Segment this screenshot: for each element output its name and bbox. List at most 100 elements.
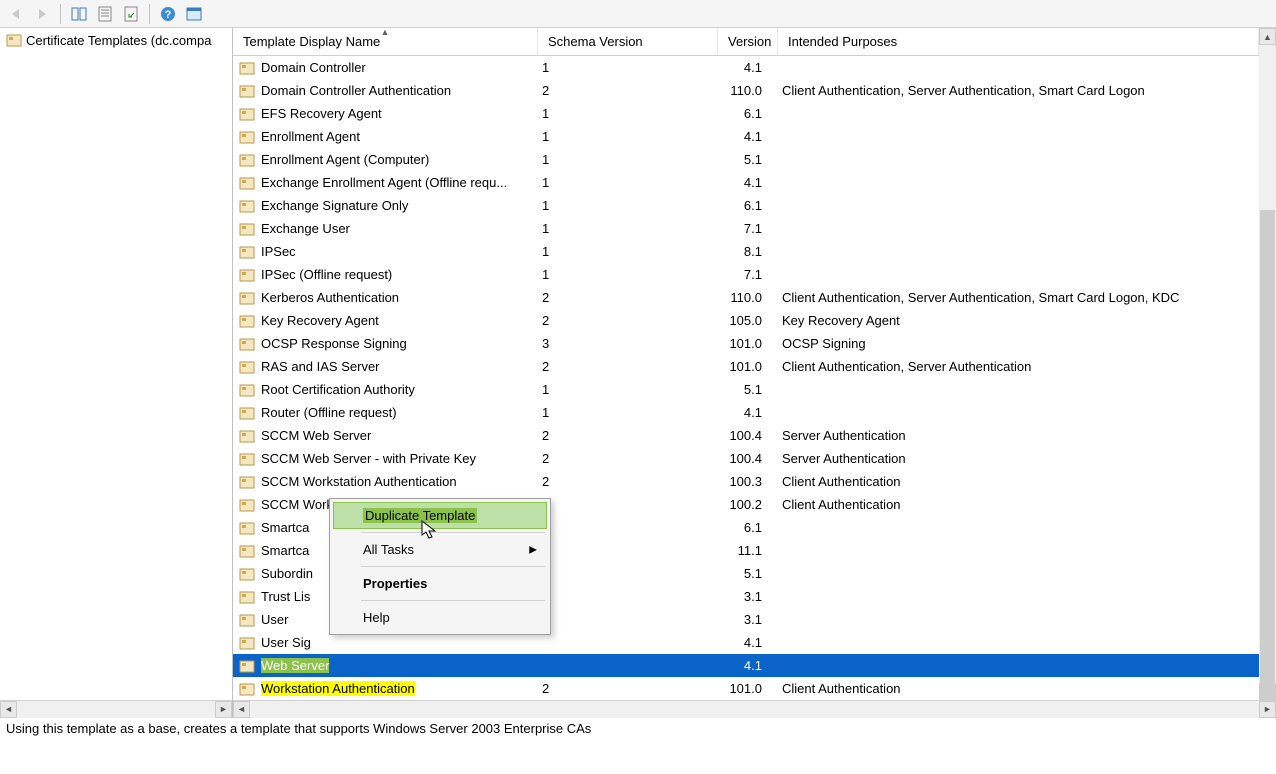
version: 6.1 bbox=[718, 198, 778, 213]
version: 5.1 bbox=[718, 382, 778, 397]
table-row[interactable]: EFS Recovery Agent16.1 bbox=[233, 102, 1259, 125]
show-hide-tree-button[interactable] bbox=[67, 2, 91, 26]
scroll-up-button[interactable]: ▲ bbox=[1259, 28, 1276, 45]
table-row[interactable]: Root Certification Authority15.1 bbox=[233, 378, 1259, 401]
column-header-purposes[interactable]: Intended Purposes bbox=[778, 28, 1259, 55]
template-name: IPSec (Offline request) bbox=[261, 267, 392, 282]
context-menu-help[interactable]: Help bbox=[333, 604, 547, 631]
version: 3.1 bbox=[718, 589, 778, 604]
context-menu: Duplicate Template All Tasks▶ Properties… bbox=[329, 498, 551, 635]
forward-button[interactable] bbox=[30, 2, 54, 26]
version: 5.1 bbox=[718, 152, 778, 167]
certificate-icon bbox=[239, 267, 255, 283]
help-button[interactable]: ? bbox=[156, 2, 180, 26]
certificate-icon bbox=[239, 106, 255, 122]
template-name: Workstation Authentication bbox=[261, 681, 415, 696]
right-horizontal-scrollbar[interactable]: ◄ ► bbox=[233, 700, 1276, 717]
template-name: EFS Recovery Agent bbox=[261, 106, 382, 121]
left-horizontal-scrollbar[interactable]: ◄ ► bbox=[0, 700, 232, 717]
template-name: SCCM Web Server - with Private Key bbox=[261, 451, 476, 466]
certificate-icon bbox=[239, 658, 255, 674]
certificate-icon bbox=[239, 681, 255, 697]
certificate-icon bbox=[239, 221, 255, 237]
intended-purposes: Client Authentication, Server Authentica… bbox=[778, 359, 1259, 374]
table-row[interactable]: Exchange User17.1 bbox=[233, 217, 1259, 240]
scroll-left-button[interactable]: ◄ bbox=[233, 701, 250, 718]
table-row[interactable]: Web Server4.1 bbox=[233, 654, 1259, 677]
version: 101.0 bbox=[718, 681, 778, 696]
certificate-templates-icon bbox=[6, 32, 22, 48]
table-row[interactable]: SCCM Web Server - with Private Key2100.4… bbox=[233, 447, 1259, 470]
window-button[interactable] bbox=[182, 2, 206, 26]
certificate-icon bbox=[239, 198, 255, 214]
scroll-track[interactable] bbox=[17, 701, 215, 718]
certificate-icon bbox=[239, 83, 255, 99]
back-button[interactable] bbox=[4, 2, 28, 26]
scroll-track[interactable] bbox=[250, 701, 1259, 718]
version: 4.1 bbox=[718, 405, 778, 420]
template-name: User bbox=[261, 612, 288, 627]
context-menu-duplicate[interactable]: Duplicate Template bbox=[333, 502, 547, 529]
template-name: SCCM Web Server bbox=[261, 428, 371, 443]
version: 4.1 bbox=[718, 129, 778, 144]
certificate-icon bbox=[239, 336, 255, 352]
certificate-icon bbox=[239, 543, 255, 559]
certificate-icon bbox=[239, 612, 255, 628]
template-name: Trust Lis bbox=[261, 589, 310, 604]
context-menu-separator bbox=[361, 566, 545, 567]
table-row[interactable]: IPSec18.1 bbox=[233, 240, 1259, 263]
column-header-schema[interactable]: Schema Version bbox=[538, 28, 718, 55]
toolbar-separator bbox=[149, 4, 150, 24]
scroll-right-button[interactable]: ► bbox=[215, 701, 232, 718]
status-bar: Using this template as a base, creates a… bbox=[0, 717, 1276, 739]
scroll-thumb[interactable] bbox=[1260, 210, 1275, 700]
table-row[interactable]: SCCM Workstation Authentication2100.3Cli… bbox=[233, 470, 1259, 493]
certificate-icon bbox=[239, 129, 255, 145]
template-name: SCCM Workstation Authentication bbox=[261, 474, 457, 489]
schema-version: 1 bbox=[538, 60, 718, 75]
table-row[interactable]: Workstation Authentication2101.0Client A… bbox=[233, 677, 1259, 700]
tree-root[interactable]: Certificate Templates (dc.compa bbox=[0, 28, 232, 52]
scroll-right-button[interactable]: ► bbox=[1259, 701, 1276, 718]
template-name: Key Recovery Agent bbox=[261, 313, 379, 328]
table-row[interactable]: Domain Controller14.1 bbox=[233, 56, 1259, 79]
table-row[interactable]: SCCM Web Server2100.4Server Authenticati… bbox=[233, 424, 1259, 447]
certificate-icon bbox=[239, 428, 255, 444]
template-name: Root Certification Authority bbox=[261, 382, 415, 397]
version: 100.4 bbox=[718, 428, 778, 443]
template-name: Domain Controller Authentication bbox=[261, 83, 451, 98]
refresh-button[interactable] bbox=[119, 2, 143, 26]
column-header-version[interactable]: Version bbox=[718, 28, 778, 55]
table-row[interactable]: Enrollment Agent (Computer)15.1 bbox=[233, 148, 1259, 171]
scroll-left-button[interactable]: ◄ bbox=[0, 701, 17, 718]
context-menu-properties[interactable]: Properties bbox=[333, 570, 547, 597]
table-row[interactable]: Exchange Signature Only16.1 bbox=[233, 194, 1259, 217]
template-name: Exchange Signature Only bbox=[261, 198, 408, 213]
properties-button[interactable] bbox=[93, 2, 117, 26]
table-row[interactable]: IPSec (Offline request)17.1 bbox=[233, 263, 1259, 286]
table-row[interactable]: Enrollment Agent14.1 bbox=[233, 125, 1259, 148]
version: 100.3 bbox=[718, 474, 778, 489]
column-header-name[interactable]: ▲Template Display Name bbox=[233, 28, 538, 55]
table-row[interactable]: Exchange Enrollment Agent (Offline requ.… bbox=[233, 171, 1259, 194]
template-name: OCSP Response Signing bbox=[261, 336, 407, 351]
intended-purposes: Key Recovery Agent bbox=[778, 313, 1259, 328]
vertical-scrollbar[interactable]: ▲ ▼ bbox=[1259, 28, 1276, 700]
template-name: Enrollment Agent bbox=[261, 129, 360, 144]
version: 4.1 bbox=[718, 60, 778, 75]
table-row[interactable]: Kerberos Authentication2110.0Client Auth… bbox=[233, 286, 1259, 309]
table-row[interactable]: RAS and IAS Server2101.0Client Authentic… bbox=[233, 355, 1259, 378]
certificate-icon bbox=[239, 474, 255, 490]
list-header: ▲Template Display Name Schema Version Ve… bbox=[233, 28, 1259, 56]
sort-ascending-icon: ▲ bbox=[381, 27, 390, 37]
version: 110.0 bbox=[718, 83, 778, 98]
toolbar: ? bbox=[0, 0, 1276, 28]
table-row[interactable]: Key Recovery Agent2105.0Key Recovery Age… bbox=[233, 309, 1259, 332]
version: 8.1 bbox=[718, 244, 778, 259]
table-row[interactable]: Domain Controller Authentication2110.0Cl… bbox=[233, 79, 1259, 102]
table-row[interactable]: OCSP Response Signing3101.0OCSP Signing bbox=[233, 332, 1259, 355]
tree-pane: Certificate Templates (dc.compa ◄ ► bbox=[0, 28, 233, 717]
certificate-icon bbox=[239, 175, 255, 191]
context-menu-all-tasks[interactable]: All Tasks▶ bbox=[333, 536, 547, 563]
table-row[interactable]: Router (Offline request)14.1 bbox=[233, 401, 1259, 424]
